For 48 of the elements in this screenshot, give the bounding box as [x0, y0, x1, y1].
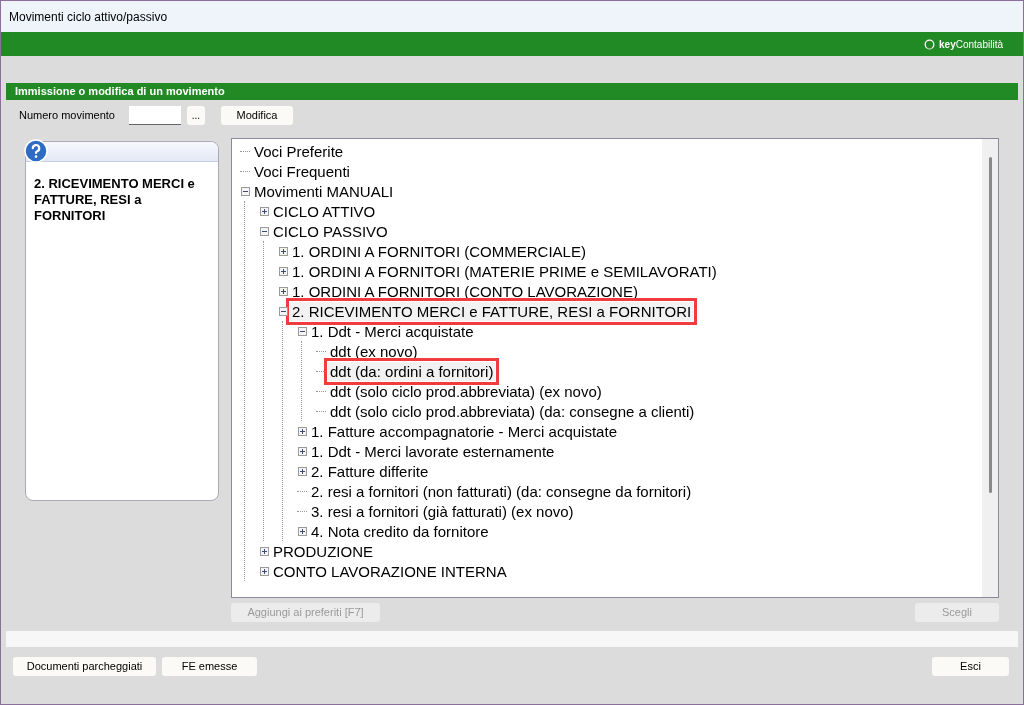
tree-item[interactable]: ddt (ex novo)	[328, 341, 420, 361]
number-field[interactable]	[129, 105, 181, 125]
tree-item[interactable]: 3. resi a fornitori (già fatturati) (ex novo)	[309, 501, 576, 521]
expand-icon[interactable]	[259, 546, 269, 556]
tree-item[interactable]: Voci Frequenti	[252, 161, 352, 181]
tree-item[interactable]: 1. Fatture accompagnatorie - Merci acquistate	[309, 421, 619, 441]
collapse-icon[interactable]	[259, 226, 269, 236]
section-title: Immissione o modifica di un movimento	[15, 84, 225, 100]
tree-item[interactable]: CICLO ATTIVO	[271, 201, 378, 221]
tree-item[interactable]: 1. ORDINI A FORNITORI (COMMERCIALE)	[290, 241, 588, 261]
tree-item[interactable]: 2. resi a fornitori (non fatturati) (da: consegne da fornitori)	[309, 481, 694, 501]
expand-icon[interactable]	[278, 266, 288, 276]
lookup-button[interactable]: ...	[187, 105, 205, 125]
button[interactable]: FE emesse	[162, 657, 257, 676]
tree-item[interactable]: CICLO PASSIVO	[271, 221, 390, 241]
tree-item[interactable]: Movimenti MANUALI	[252, 181, 396, 201]
brand-name: keyContabilità	[939, 37, 1003, 52]
button[interactable]: Documenti parcheggiati	[13, 657, 156, 676]
modify-button[interactable]: Modifica	[221, 105, 293, 125]
scrollbar[interactable]	[982, 139, 998, 597]
tree-item[interactable]: ddt (solo ciclo prod.abbreviata) (da: consegne a clienti)	[328, 401, 697, 421]
tree-item[interactable]: 2. Fatture differite	[309, 461, 431, 481]
tree-item[interactable]: 4. Nota credito da fornitore	[309, 521, 491, 541]
scrollbar-thumb[interactable]	[988, 157, 992, 493]
tree-item[interactable]: CONTO LAVORAZIONE INTERNA	[271, 561, 509, 581]
collapse-icon[interactable]	[297, 326, 307, 336]
expand-icon[interactable]	[297, 466, 307, 476]
expand-icon[interactable]	[259, 206, 269, 216]
window-title: Movimenti ciclo attivo/passivo	[9, 8, 168, 26]
expand-icon[interactable]	[297, 526, 307, 536]
tree-item[interactable]: 1. ORDINI A FORNITORI (CONTO LAVORAZIONE)	[290, 281, 640, 301]
help-text: 2. RICEVIMENTO MERCI e FATTURE, RESI a FORNITORI	[33, 175, 196, 224]
expand-icon[interactable]	[297, 446, 307, 456]
logo-icon	[924, 38, 936, 50]
tree-item[interactable]: 1. Ddt - Merci acquistate	[309, 321, 476, 341]
tree-item[interactable]: Voci Preferite	[252, 141, 346, 161]
tree-item[interactable]: 1. ORDINI A FORNITORI (MATERIE PRIME e SEMILAVORATI)	[290, 261, 719, 281]
tree-item[interactable]: 1. Ddt - Merci lavorate esternamente	[309, 441, 557, 461]
field-label: Numero movimento	[19, 107, 115, 123]
collapse-icon[interactable]	[278, 306, 288, 316]
button[interactable]: Esci	[932, 657, 1009, 676]
expand-icon[interactable]	[259, 566, 269, 576]
tree-item[interactable]: ddt (solo ciclo prod.abbreviata) (ex novo)	[328, 381, 604, 401]
collapse-icon[interactable]	[240, 186, 250, 196]
expand-icon[interactable]	[278, 286, 288, 296]
expand-icon[interactable]	[297, 426, 307, 436]
expand-icon[interactable]	[278, 246, 288, 256]
tree-item[interactable]: PRODUZIONE	[271, 541, 375, 561]
